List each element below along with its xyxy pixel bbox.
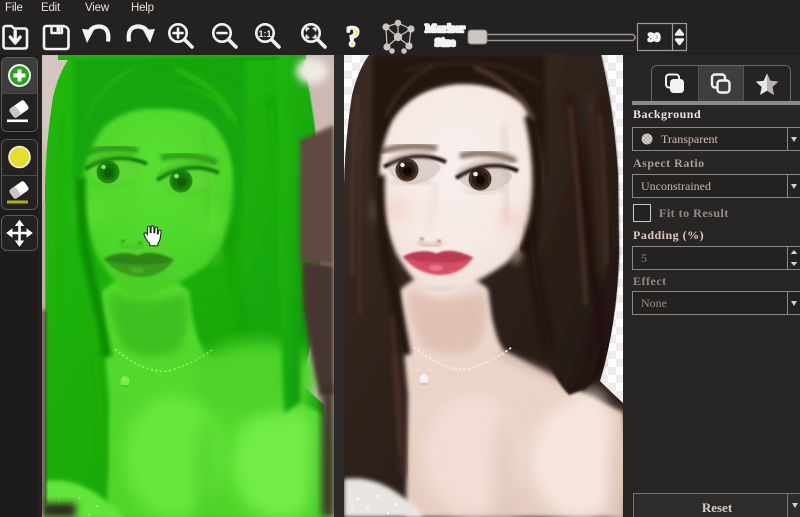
svg-text:Marker: Marker xyxy=(425,21,466,35)
svg-text:Size: Size xyxy=(435,35,456,49)
svg-text:30: 30 xyxy=(648,30,660,44)
svg-text:1:1: 1:1 xyxy=(258,29,271,39)
svg-text:?: ? xyxy=(346,22,360,53)
